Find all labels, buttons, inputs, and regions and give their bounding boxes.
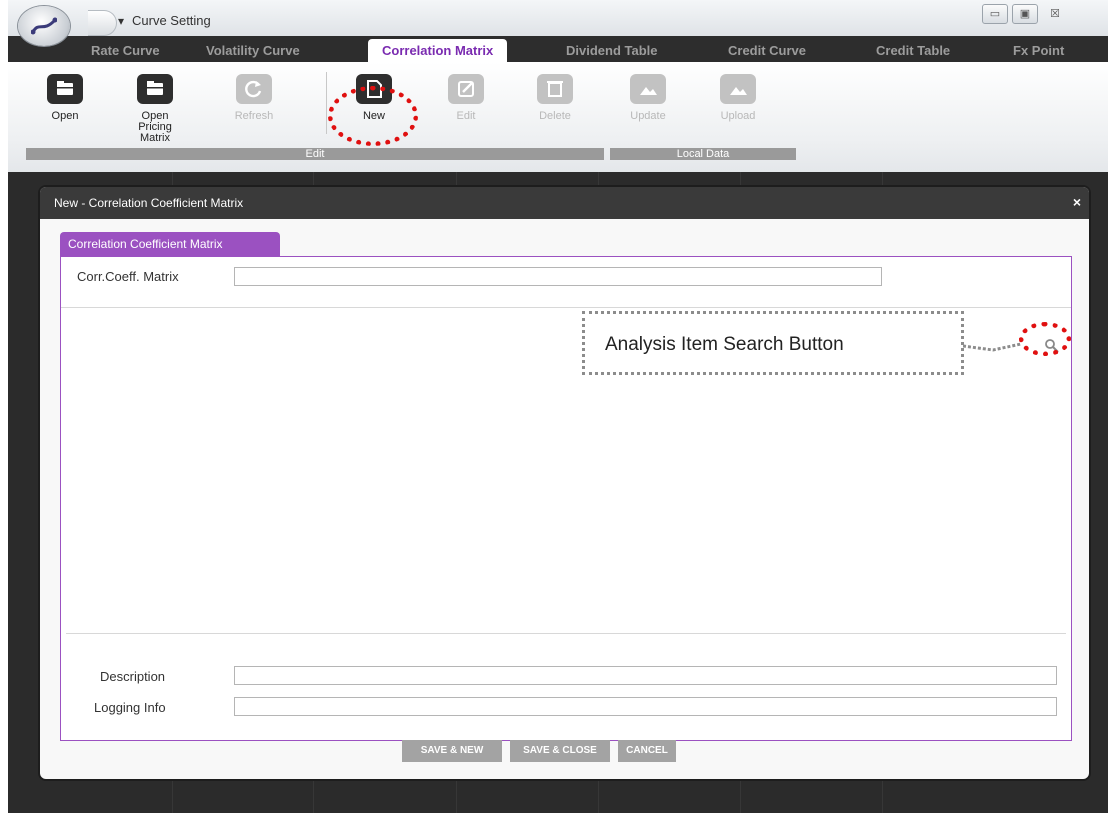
curve-logo-icon [31, 17, 57, 35]
save-and-new-button[interactable]: SAVE & NEW [402, 740, 502, 762]
open-pricing-label: Open Pricing Matrix [138, 110, 172, 144]
quick-access-toggle[interactable] [88, 10, 117, 36]
annotation-callout: Analysis Item Search Button [582, 311, 964, 375]
update-label: Update [630, 110, 666, 122]
window-title: Curve Setting [132, 13, 211, 28]
open-label: Open [51, 110, 79, 122]
logging-info-input[interactable] [234, 697, 1057, 716]
image-update-icon [640, 87, 657, 95]
app-window: ▾ Curve Setting ▭ ▣ ☒ Rate Curve Volatil… [8, 0, 1108, 813]
image-upload-icon [730, 87, 747, 95]
corr-matrix-input[interactable] [234, 267, 882, 286]
tab-credit-curve[interactable]: Credit Curve [728, 43, 806, 58]
description-label: Description [100, 669, 166, 684]
new-correlation-dialog: New - Correlation Coefficient Matrix × C… [40, 187, 1089, 779]
open-pricing-matrix-button[interactable]: Open Pricing Matrix [120, 74, 190, 144]
edit-icon [458, 81, 474, 97]
update-button[interactable]: Update [613, 74, 683, 122]
delete-label: Delete [539, 110, 571, 122]
upload-button[interactable]: Upload [703, 74, 773, 122]
tab-fx-point[interactable]: Fx Point [1013, 43, 1064, 58]
ribbon: Open Open Pricing Matrix Refresh New Edi… [8, 62, 1108, 172]
maximize-button[interactable]: ▣ [1012, 4, 1038, 24]
quick-access-menu[interactable]: ▾ [118, 14, 124, 28]
ribbon-separator [326, 72, 327, 134]
minimize-button[interactable]: ▭ [982, 4, 1008, 24]
tab-rate-curve[interactable]: Rate Curve [91, 43, 160, 58]
upload-label: Upload [720, 110, 756, 122]
refresh-button[interactable]: Refresh [219, 74, 289, 122]
tab-credit-table[interactable]: Credit Table [876, 43, 950, 58]
folder-icon [147, 81, 163, 95]
folder-icon [57, 81, 73, 95]
tab-volatility-curve[interactable]: Volatility Curve [206, 43, 300, 58]
annotation-text: Analysis Item Search Button [605, 334, 844, 355]
edit-button[interactable]: Edit [431, 74, 501, 122]
dialog-title: New - Correlation Coefficient Matrix [54, 196, 244, 210]
logging-info-label: Logging Info [94, 700, 166, 715]
divider [61, 307, 1071, 308]
group-label-local-data: Local Data [610, 148, 796, 160]
tab-dividend-table[interactable]: Dividend Table [566, 43, 658, 58]
description-input[interactable] [234, 666, 1057, 685]
divider [66, 633, 1066, 634]
delete-button[interactable]: Delete [520, 74, 590, 122]
callout-connector [963, 342, 1022, 352]
dialog-close-icon[interactable]: × [1073, 194, 1081, 210]
corr-matrix-label: Corr.Coeff. Matrix [77, 269, 179, 284]
close-window-button[interactable]: ☒ [1042, 4, 1068, 24]
edit-label: Edit [456, 110, 476, 122]
title-bar: ▾ Curve Setting ▭ ▣ ☒ [8, 0, 1108, 36]
highlight-new-button [328, 86, 418, 146]
open-button[interactable]: Open [30, 74, 100, 122]
tab-bar: Rate Curve Volatility Curve Correlation … [8, 36, 1108, 62]
tab-correlation-matrix[interactable]: Correlation Matrix [368, 39, 508, 62]
group-label-edit: Edit [26, 148, 604, 160]
refresh-label: Refresh [234, 110, 274, 122]
refresh-icon [245, 80, 262, 98]
highlight-search-button [1019, 322, 1071, 356]
save-and-close-button[interactable]: SAVE & CLOSE [510, 740, 610, 762]
dialog-header: New - Correlation Coefficient Matrix × [40, 187, 1089, 219]
app-logo[interactable] [18, 6, 70, 46]
cancel-button[interactable]: CANCEL [618, 740, 676, 762]
trash-icon [547, 81, 563, 97]
tab-correlation-coefficient-matrix[interactable]: Correlation Coefficient Matrix [60, 232, 280, 256]
